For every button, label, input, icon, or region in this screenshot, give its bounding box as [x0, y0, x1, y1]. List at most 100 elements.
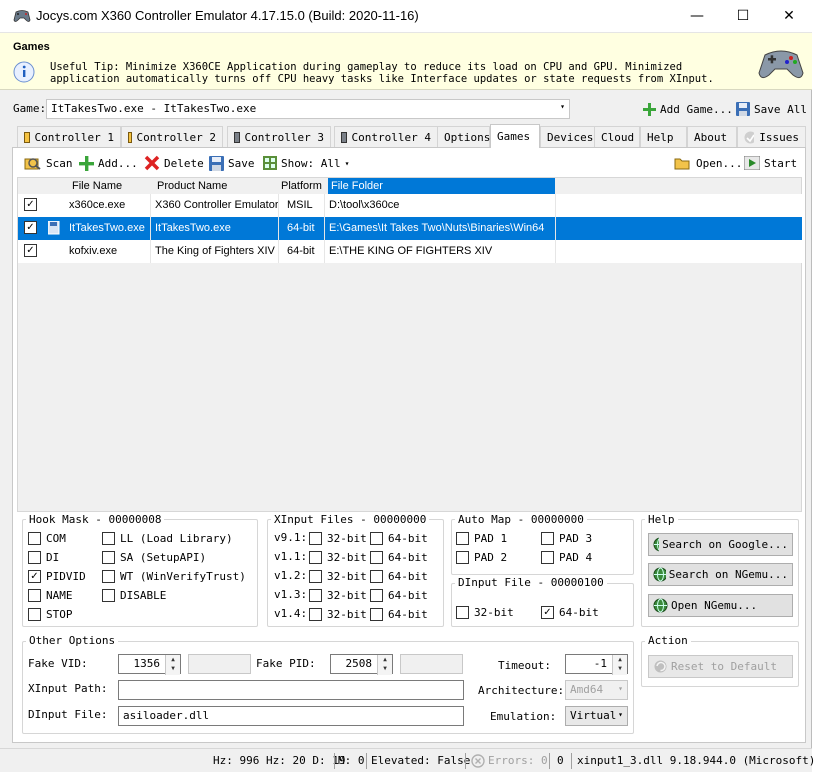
- tab-label: Controller 2: [136, 130, 216, 144]
- fake-pid-spinner[interactable]: ▲ ▼: [377, 655, 392, 675]
- table-row[interactable]: ✓ kofxiv.exe The King of Fighters XIV 64…: [18, 240, 802, 263]
- pad4-checkbox[interactable]: PAD 4: [541, 549, 592, 565]
- xinput-13-32-checkbox[interactable]: 32-bit: [309, 587, 367, 603]
- xinput-12-32-checkbox[interactable]: 32-bit: [309, 568, 367, 584]
- hook-name-checkbox[interactable]: NAME: [28, 587, 73, 603]
- column-header-platform[interactable]: Platform: [281, 180, 329, 192]
- xinput-14-32-checkbox[interactable]: 32-bit: [309, 606, 367, 622]
- tab-issues[interactable]: Issues: [737, 126, 806, 147]
- table-row[interactable]: ✓ x360ce.exe X360 Controller Emulator MS…: [18, 194, 802, 217]
- tab-about[interactable]: About: [687, 126, 737, 147]
- xinput-14-64-checkbox[interactable]: 64-bit: [370, 606, 428, 622]
- tab-label: Issues: [759, 130, 799, 144]
- save-button[interactable]: Save: [209, 153, 255, 173]
- row-enabled-checkbox[interactable]: ✓: [24, 198, 37, 211]
- tab-controller-2[interactable]: Controller 2: [121, 126, 223, 147]
- row-product-name: The King of Fighters XIV: [155, 245, 275, 257]
- game-label: Game:: [13, 102, 47, 115]
- hook-wt-checkbox[interactable]: WT (WinVerifyTrust): [102, 568, 246, 584]
- emulation-select[interactable]: Virtual ▾: [565, 706, 628, 726]
- checkbox-box: [370, 588, 383, 602]
- action-title: Action: [645, 634, 691, 647]
- hook-disable-checkbox[interactable]: DISABLE: [102, 587, 166, 603]
- info-title: Games: [13, 41, 50, 53]
- row-enabled-checkbox[interactable]: ✓: [24, 221, 37, 234]
- chevron-down-icon: ▾: [344, 158, 350, 168]
- hook-sa-checkbox[interactable]: SA (SetupAPI): [102, 549, 206, 565]
- gamepad-logo-icon: [758, 50, 804, 79]
- tab-label: Controller 4: [351, 130, 431, 144]
- open-ngemu-button[interactable]: Open NGemu...: [648, 594, 793, 617]
- add-game-button[interactable]: Add Game...: [643, 99, 733, 119]
- fake-vid-spinner[interactable]: ▲ ▼: [165, 655, 180, 675]
- tab-controller-3[interactable]: Controller 3: [227, 126, 331, 147]
- search-google-button[interactable]: Search on Google...: [648, 533, 793, 556]
- close-button[interactable]: ✕: [766, 0, 812, 32]
- status-errors[interactable]: Errors: 0: [488, 754, 548, 767]
- row-enabled-checkbox[interactable]: ✓: [24, 244, 37, 257]
- timeout-input[interactable]: -1 ▲ ▼: [565, 654, 628, 675]
- xinput-path-label: XInput Path:: [28, 682, 108, 695]
- tab-controller-4[interactable]: Controller 4: [334, 126, 438, 147]
- add-button[interactable]: Add...: [79, 153, 138, 173]
- game-select[interactable]: ItTakesTwo.exe - ItTakesTwo.exe ▾: [46, 99, 570, 119]
- minimize-button[interactable]: —: [674, 0, 720, 32]
- open-button[interactable]: Open...: [674, 153, 742, 173]
- xinput-12-64-checkbox[interactable]: 64-bit: [370, 568, 428, 584]
- tab-help[interactable]: Help: [640, 126, 687, 147]
- reset-to-default-button[interactable]: Reset to Default: [648, 655, 793, 678]
- search-ngemu-button[interactable]: Search on NGemu...: [648, 563, 793, 586]
- status-bar: Hz: 996 Hz: 20 D: 19 M: 0 Elevated: Fals…: [0, 748, 815, 772]
- status-elevated: Elevated: False: [371, 754, 471, 767]
- pad3-checkbox[interactable]: PAD 3: [541, 530, 592, 546]
- dinput-32-checkbox[interactable]: 32-bit: [456, 604, 514, 620]
- status-separator: [571, 753, 572, 769]
- hook-stop-checkbox[interactable]: STOP: [28, 606, 73, 622]
- spin-down-icon: ▼: [171, 665, 175, 672]
- checkbox-box: [309, 607, 322, 621]
- column-header-product-name[interactable]: Product Name: [157, 180, 277, 192]
- save-all-button[interactable]: Save All: [736, 99, 807, 119]
- tip-text: Useful Tip: Minimize X360CE Application …: [50, 61, 714, 85]
- checkbox-label: PIDVID: [46, 569, 86, 583]
- hook-di-checkbox[interactable]: DI: [28, 549, 59, 565]
- xinput-91-32-checkbox[interactable]: 32-bit: [309, 530, 367, 546]
- xinput-11-64-checkbox[interactable]: 64-bit: [370, 549, 428, 565]
- row-file-folder: E:\Games\It Takes Two\Nuts\Binaries\Win6…: [329, 222, 545, 234]
- pad1-checkbox[interactable]: PAD 1: [456, 530, 507, 546]
- tab-options[interactable]: Options: [437, 126, 490, 147]
- architecture-select[interactable]: Amd64 ▾: [565, 680, 628, 700]
- xinput-11-32-checkbox[interactable]: 32-bit: [309, 549, 367, 565]
- tab-games[interactable]: Games: [490, 124, 540, 148]
- xinput-91-64-checkbox[interactable]: 64-bit: [370, 530, 428, 546]
- dinput-file-input[interactable]: asiloader.dll: [118, 706, 464, 726]
- table-row-selected[interactable]: ✓ ItTakesTwo.exe ItTakesTwo.exe 64-bit E…: [18, 217, 802, 240]
- tab-devices[interactable]: Devices: [540, 126, 595, 147]
- timeout-spinner[interactable]: ▲ ▼: [612, 655, 627, 675]
- tab-cloud[interactable]: Cloud: [594, 126, 640, 147]
- scan-button[interactable]: Scan: [24, 153, 73, 173]
- checkbox-box: [370, 550, 383, 564]
- tab-controller-1[interactable]: Controller 1: [17, 126, 121, 147]
- fake-pid-input[interactable]: 2508 ▲ ▼: [330, 654, 393, 675]
- checkbox-box: [370, 531, 383, 545]
- column-header-file-name[interactable]: File Name: [72, 180, 152, 192]
- show-filter-dropdown[interactable]: Show: All ▾: [263, 153, 349, 173]
- xinput-13-64-checkbox[interactable]: 64-bit: [370, 587, 428, 603]
- column-divider: [278, 194, 279, 263]
- checkbox-box: [28, 607, 41, 621]
- xinput-path-input[interactable]: [118, 680, 464, 700]
- hook-mask-title: Hook Mask - 00000008: [26, 513, 165, 526]
- dinput-64-checkbox[interactable]: ✓ 64-bit: [541, 604, 599, 620]
- tab-label: Help: [647, 130, 674, 144]
- start-button[interactable]: Start: [744, 153, 797, 173]
- checkbox-box: [28, 588, 41, 602]
- column-header-file-folder[interactable]: File Folder: [328, 178, 555, 194]
- fake-vid-input[interactable]: 1356 ▲ ▼: [118, 654, 181, 675]
- maximize-button[interactable]: ☐: [720, 0, 766, 32]
- hook-ll-checkbox[interactable]: LL (Load Library): [102, 530, 233, 546]
- pad2-checkbox[interactable]: PAD 2: [456, 549, 507, 565]
- hook-com-checkbox[interactable]: COM: [28, 530, 66, 546]
- hook-pidvid-checkbox[interactable]: ✓ PIDVID: [28, 568, 86, 584]
- delete-button[interactable]: Delete: [144, 153, 204, 173]
